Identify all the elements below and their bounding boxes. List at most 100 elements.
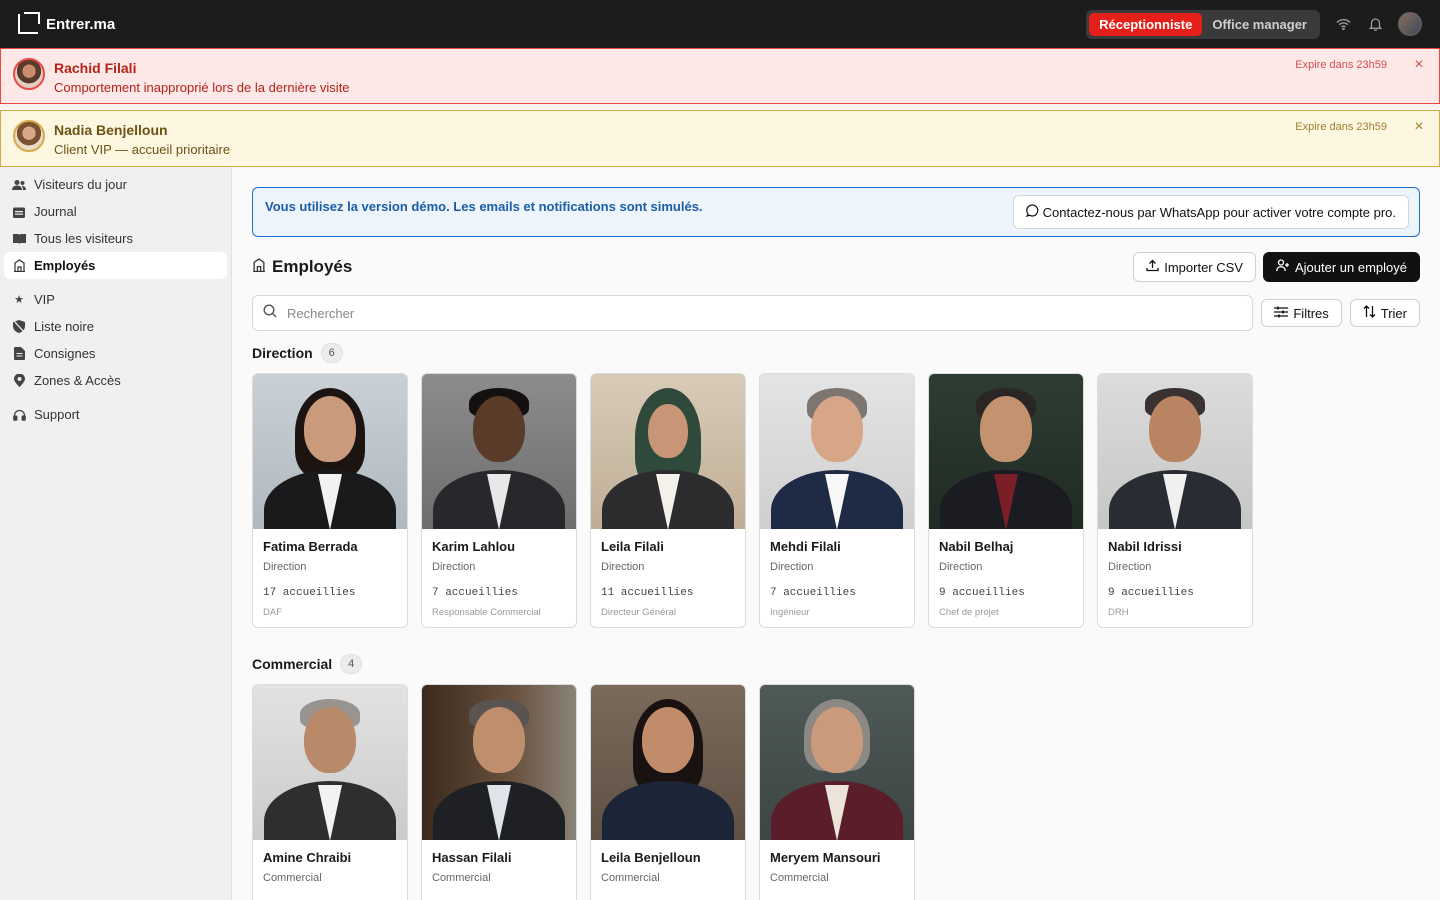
whatsapp-contact-button[interactable]: Contactez-nous par WhatsApp pour activer… — [1012, 195, 1409, 229]
sidebar-item-label: Liste noire — [34, 319, 94, 334]
message-circle-icon — [1025, 204, 1039, 220]
user-plus-icon — [1276, 259, 1290, 275]
alert-visitor-name: Rachid Filali — [54, 60, 137, 76]
upload-icon — [1146, 259, 1159, 275]
sort-label: Trier — [1380, 305, 1407, 321]
employee-department: Commercial — [432, 872, 491, 884]
employee-cards-direction: Fatima Berrada Direction 17 accueillies … — [252, 373, 1253, 628]
sidebar-item-consignes[interactable]: Consignes — [4, 340, 227, 367]
sidebar-item-zones-acces[interactable]: Zones & Accès — [4, 367, 227, 394]
calendar-icon — [12, 205, 26, 219]
user-avatar[interactable] — [1398, 12, 1422, 36]
blacklist-alert: Rachid Filali Comportement inapproprié l… — [0, 48, 1440, 104]
map-pin-icon — [12, 374, 26, 388]
sidebar-item-vip[interactable]: ★ VIP — [4, 286, 227, 313]
employee-name: Karim Lahlou — [432, 539, 516, 554]
employee-department: Direction — [1108, 561, 1152, 573]
employee-card[interactable]: Hassan Filali Commercial — [421, 684, 577, 900]
search-input[interactable] — [287, 305, 1243, 321]
sort-button[interactable]: Trier — [1349, 299, 1420, 327]
employee-photo — [591, 374, 745, 529]
employee-department: Commercial — [263, 872, 322, 884]
role-office-manager-button[interactable]: Office manager — [1202, 13, 1317, 36]
book-icon — [12, 232, 26, 246]
search-box — [252, 295, 1254, 331]
sidebar-item-employes[interactable]: Employés — [4, 252, 227, 279]
sidebar-item-label: Zones & Accès — [34, 373, 121, 388]
sidebar-item-tous-les-visiteurs[interactable]: Tous les visiteurs — [4, 225, 227, 252]
employee-card[interactable]: Mehdi Filali Direction 7 accueillies Ing… — [759, 373, 915, 628]
search-icon — [263, 303, 277, 323]
employee-department: Direction — [432, 561, 476, 573]
building-icon — [252, 257, 266, 277]
sidebar-item-label: Support — [34, 407, 80, 422]
sidebar: Visiteurs du jour Journal Tous les visit… — [0, 167, 232, 900]
employee-card[interactable]: Meryem Mansouri Commercial — [759, 684, 915, 900]
sidebar-item-label: VIP — [34, 292, 55, 307]
alert-avatar — [13, 120, 45, 152]
employee-card[interactable]: Leila Benjelloun Commercial — [590, 684, 746, 900]
employee-visit-count: 17 accueillies — [263, 587, 356, 599]
employee-department: Direction — [770, 561, 814, 573]
sidebar-item-label: Tous les visiteurs — [34, 231, 133, 246]
app-name: Entrer.ma — [46, 15, 116, 33]
import-csv-button[interactable]: Importer CSV — [1133, 252, 1256, 282]
employee-visit-count: 9 accueillies — [1108, 587, 1194, 599]
employee-cards-commercial: Amine Chraibi Commercial Hassan Filali C… — [252, 684, 915, 900]
employee-photo — [422, 685, 576, 840]
sidebar-item-label: Consignes — [34, 346, 96, 361]
bell-icon[interactable] — [1366, 15, 1384, 33]
add-employee-label: Ajouter un employé — [1294, 259, 1407, 275]
add-employee-button[interactable]: Ajouter un employé — [1262, 252, 1420, 282]
employee-department: Direction — [939, 561, 983, 573]
employee-department: Direction — [601, 561, 645, 573]
star-icon: ★ — [14, 294, 24, 306]
whatsapp-contact-label: Contactez-nous par WhatsApp pour activer… — [1042, 204, 1396, 220]
sidebar-item-journal[interactable]: Journal — [4, 198, 227, 225]
employee-name: Mehdi Filali — [770, 539, 841, 554]
employee-photo — [253, 374, 407, 529]
employee-card[interactable]: Amine Chraibi Commercial — [252, 684, 408, 900]
role-switch: Réceptionniste Office manager — [1086, 9, 1320, 39]
employee-photo — [253, 685, 407, 840]
app-logo[interactable]: Entrer.ma — [18, 12, 116, 34]
employee-department: Commercial — [601, 872, 660, 884]
wifi-icon[interactable] — [1334, 15, 1352, 33]
employee-photo — [929, 374, 1083, 529]
page-header: Employés Importer CSV Ajouter un employé — [252, 252, 1420, 282]
employee-visit-count: 11 accueillies — [601, 587, 694, 599]
sidebar-item-visiteurs-du-jour[interactable]: Visiteurs du jour — [4, 171, 227, 198]
role-receptionniste-button[interactable]: Réceptionniste — [1089, 12, 1203, 36]
group-name: Commercial — [252, 656, 333, 672]
sidebar-item-label: Journal — [34, 204, 77, 219]
shield-off-icon — [12, 320, 26, 334]
group-count-badge: 6 — [320, 343, 343, 363]
alert-visitor-name: Nadia Benjelloun — [54, 122, 168, 138]
users-icon — [12, 178, 26, 192]
employee-photo — [591, 685, 745, 840]
employee-card[interactable]: Fatima Berrada Direction 17 accueillies … — [252, 373, 408, 628]
import-csv-label: Importer CSV — [1164, 259, 1243, 275]
main-content: Vous utilisez la version démo. Les email… — [232, 167, 1440, 900]
employee-role: Ingénieur — [770, 607, 810, 618]
sidebar-item-support[interactable]: Support — [4, 401, 227, 428]
sidebar-item-label: Visiteurs du jour — [34, 177, 127, 192]
page-title: Employés — [272, 257, 353, 276]
alert-avatar — [13, 58, 45, 90]
filters-button[interactable]: Filtres — [1261, 299, 1342, 327]
employee-department: Direction — [263, 561, 307, 573]
employee-name: Leila Filali — [601, 539, 664, 554]
group-header-direction: Direction 6 — [252, 343, 343, 363]
sort-icon — [1363, 305, 1376, 321]
sidebar-item-liste-noire[interactable]: Liste noire — [4, 313, 227, 340]
headphones-icon — [12, 408, 26, 422]
close-icon[interactable]: × — [1411, 119, 1427, 135]
employee-card[interactable]: Nabil Belhaj Direction 9 accueillies Che… — [928, 373, 1084, 628]
employee-photo — [760, 685, 914, 840]
employee-card[interactable]: Nabil Idrissi Direction 9 accueillies DR… — [1097, 373, 1253, 628]
group-header-commercial: Commercial 4 — [252, 654, 363, 674]
employee-card[interactable]: Karim Lahlou Direction 7 accueillies Res… — [421, 373, 577, 628]
employee-role: Chef de projet — [939, 607, 999, 618]
employee-card[interactable]: Leila Filali Direction 11 accueillies Di… — [590, 373, 746, 628]
close-icon[interactable]: × — [1411, 57, 1427, 73]
